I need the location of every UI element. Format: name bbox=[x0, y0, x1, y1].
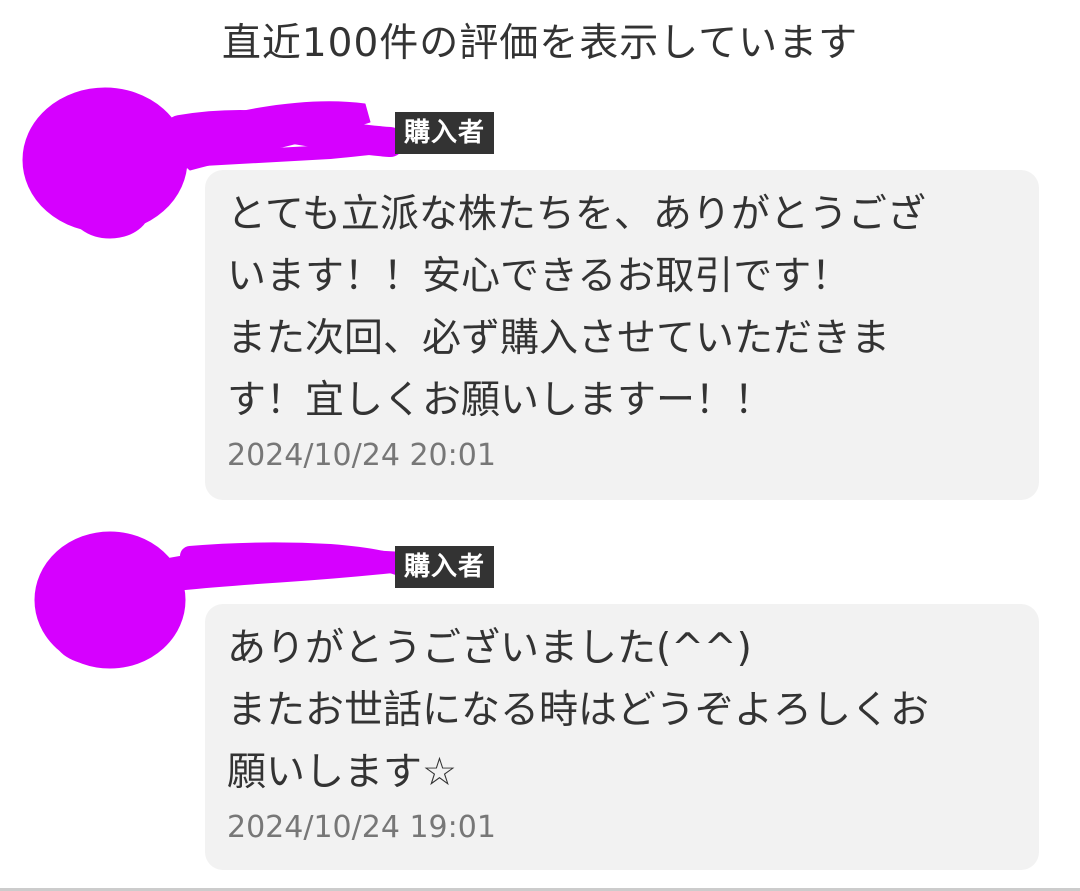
review-bubble: とても立派な株たちを、ありがとうござ います！！安心できるお取引です！ また次回… bbox=[205, 170, 1039, 500]
review-comment: ありがとうございました(^^) またお世話になる時はどうぞよろしくお 願いします… bbox=[227, 626, 930, 795]
buyer-badge: 購入者 bbox=[395, 546, 495, 588]
review-timestamp: 2024/10/24 20:01 bbox=[227, 438, 496, 473]
review-bubble: ありがとうございました(^^) またお世話になる時はどうぞよろしくお 願いします… bbox=[205, 604, 1039, 870]
page-title: 直近100件の評価を表示しています bbox=[221, 21, 859, 66]
reviews-page: 直近100件の評価を表示しています 購入者 とても立派な株たちを、ありがとうござ… bbox=[0, 0, 1080, 891]
review-timestamp: 2024/10/24 19:01 bbox=[227, 810, 496, 845]
review-comment: とても立派な株たちを、ありがとうござ います！！安心できるお取引です！ また次回… bbox=[227, 192, 926, 423]
buyer-badge: 購入者 bbox=[395, 112, 495, 154]
